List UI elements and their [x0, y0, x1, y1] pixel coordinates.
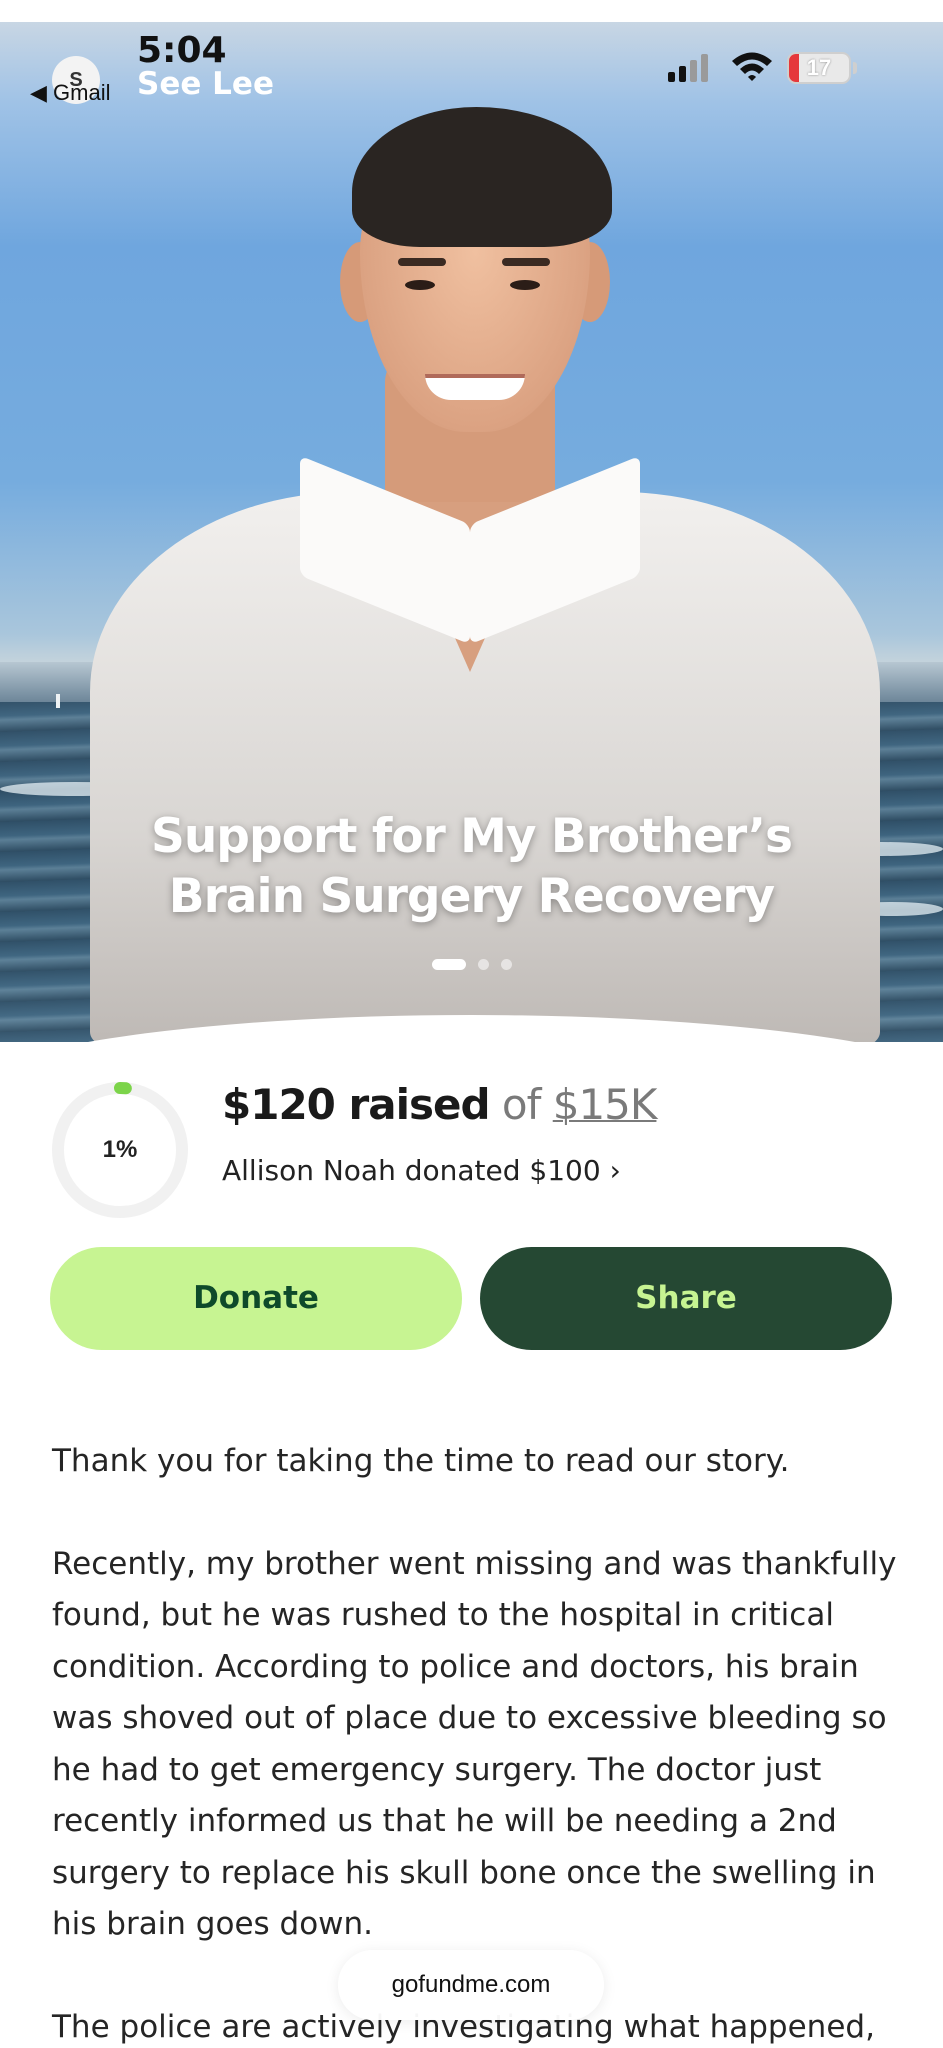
- share-button[interactable]: Share: [480, 1247, 892, 1350]
- cellular-signal-icon: [668, 52, 708, 82]
- smile: [425, 374, 525, 400]
- of-label: of: [489, 1080, 553, 1129]
- story-paragraph: Recently, my brother went missing and wa…: [52, 1545, 897, 1943]
- battery-icon: 17: [787, 52, 851, 84]
- title-line: Support for My Brother’s: [150, 809, 793, 864]
- latest-donation-link[interactable]: Allison Noah donated $100 ›: [222, 1154, 621, 1187]
- eyebrow: [398, 258, 446, 266]
- carousel-dot[interactable]: [477, 959, 489, 970]
- top-strip: [0, 0, 943, 22]
- carousel-dot[interactable]: [500, 959, 512, 970]
- clock: 5:04: [137, 30, 227, 71]
- goal-link[interactable]: $15K: [553, 1080, 658, 1129]
- sailboat: [56, 694, 60, 708]
- raised-amount: $120 raised: [222, 1080, 491, 1129]
- eye: [405, 280, 435, 290]
- battery-percentage: 17: [806, 55, 832, 80]
- eyebrow: [502, 258, 550, 266]
- eye: [510, 280, 540, 290]
- amount-raised: $120 raised of $15K: [222, 1080, 658, 1129]
- carousel-indicator[interactable]: [0, 959, 943, 970]
- battery-tip: [853, 62, 857, 74]
- back-to-gmail-button[interactable]: ◀ Gmail: [30, 80, 110, 106]
- contact-name: See Lee: [137, 66, 274, 102]
- progress-percent: 1%: [102, 1136, 138, 1163]
- browser-url-bar[interactable]: gofundme.com: [338, 1950, 604, 2020]
- title-line: Brain Surgery Recovery: [168, 869, 775, 924]
- donate-button[interactable]: Donate: [50, 1247, 462, 1350]
- story-paragraph: Thank you for taking the time to read ou…: [52, 1443, 790, 1479]
- campaign-title: Support for My Brother’s Brain Surgery R…: [0, 807, 943, 927]
- person-hair: [352, 107, 612, 247]
- wifi-icon: [732, 52, 772, 81]
- hero-image-carousel[interactable]: Support for My Brother’s Brain Surgery R…: [0, 22, 943, 1042]
- carousel-dot-active[interactable]: [431, 959, 466, 970]
